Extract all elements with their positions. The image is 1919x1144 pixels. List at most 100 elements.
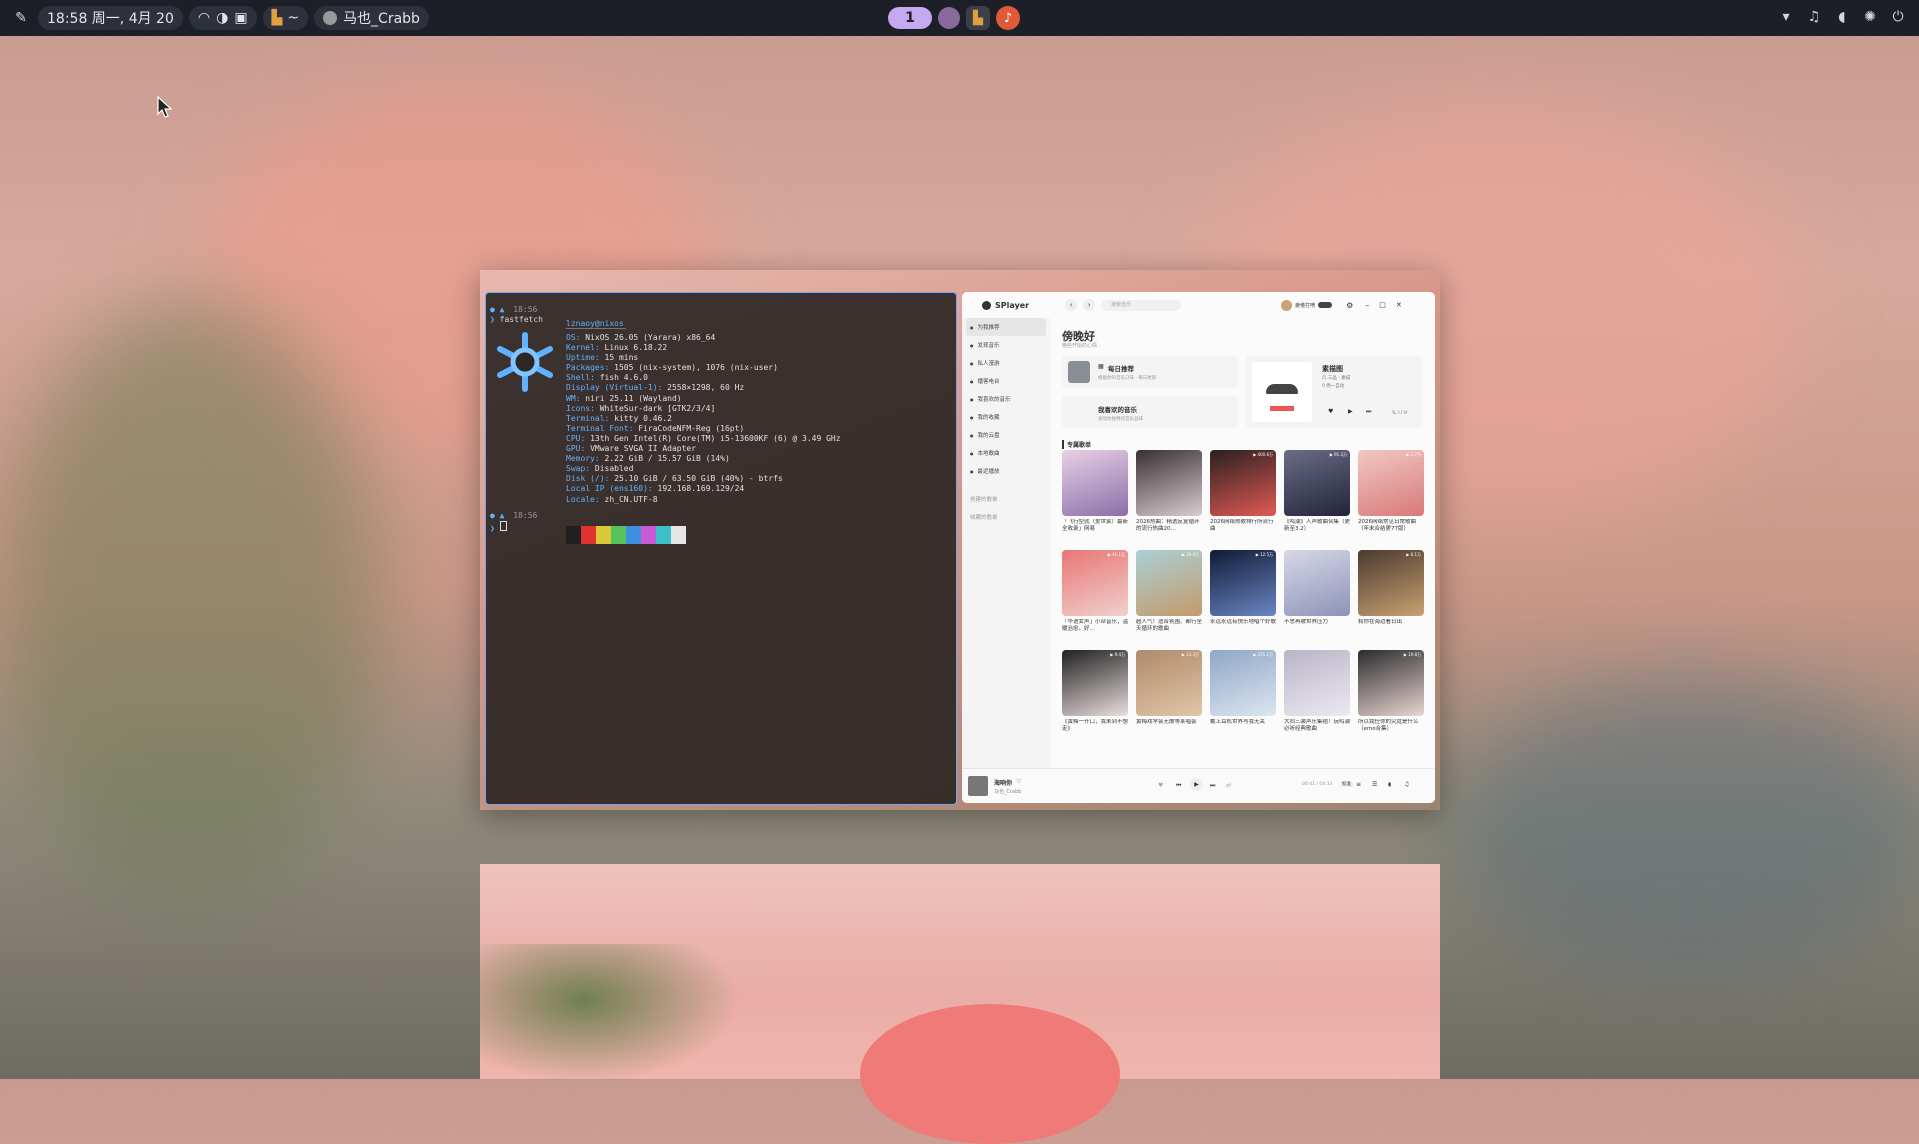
sidebar-item[interactable]: ● 本地歌曲 — [962, 444, 1050, 462]
repeat-icon[interactable]: ⇄ — [1226, 782, 1231, 789]
sidebar-item[interactable]: ● 私人漫游 — [962, 354, 1050, 372]
system-status-pill[interactable]: ◠ ◑ ▣ — [188, 6, 257, 30]
system-tray: ▾ ♫ ◖ ✺ ⏻ — [1775, 6, 1909, 28]
color-swatch — [671, 526, 686, 544]
playlist-card[interactable]: 不思再被世界压力 — [1284, 550, 1350, 633]
workspace-2-preview[interactable] — [480, 864, 1440, 1144]
sidebar-item-label: 发现音乐 — [977, 343, 1000, 349]
playlist-card[interactable]: 2026热曲：精选反复循环的流行热曲20… — [1136, 450, 1202, 533]
playlist-card[interactable]: 大同三装声乐集结！玩鸣潮必听经典歌曲 — [1284, 650, 1350, 733]
terminal-cursor — [499, 521, 507, 531]
playlist-card[interactable]: ▶ 6.1万 和你在海边看日出 — [1358, 550, 1424, 633]
playlist-card[interactable]: ▶ 29.4万 超人气！适合氛围、都行全天循环的歌曲 — [1136, 550, 1202, 633]
dislike-icon[interactable]: ♥ — [1328, 408, 1333, 415]
user-name[interactable]: 疲倦打喷 — [1295, 302, 1315, 309]
fastfetch-line: CPU: 13th Gen Intel(R) Core(TM) i5-13600… — [566, 434, 841, 444]
playlist-card[interactable]: ▶ 9.4万 《黄梅一开口，我未到不想走》 — [1062, 650, 1128, 733]
playlist-card[interactable]: ▶ 1.7万 2026网络常见日常歌曲（年末合结更77版） — [1358, 450, 1424, 533]
brightness-icon[interactable]: ✺ — [1859, 6, 1881, 28]
notification-bell-icon[interactable]: ♫ — [1803, 6, 1825, 28]
splayer-app-icon[interactable]: ♪ — [996, 6, 1020, 30]
playlist-title: 不思再被世界压力 — [1284, 619, 1329, 625]
forward-button[interactable]: › — [1083, 299, 1096, 311]
terminal-task-pill[interactable]: ▙ ~ — [262, 6, 309, 30]
fastfetch-value: WhiteSur-dark [GTK2/3/4] — [594, 403, 716, 413]
now-playing-title[interactable]: 海响你 — [994, 778, 1012, 787]
playlist-card[interactable]: ▶ 371.1万 戴上耳机世界与我无关 — [1210, 650, 1276, 733]
lyrics-icon[interactable]: ≡ — [1356, 781, 1361, 788]
now-playing-artist[interactable]: 马也_Crabb — [994, 788, 1021, 795]
play-icon[interactable]: ▶ — [1348, 408, 1353, 415]
playlist-cover: ▶ 12.5万 — [1210, 550, 1276, 616]
quality-badge[interactable]: 标准 — [1340, 781, 1353, 787]
workspace-window-preview[interactable]: ● ▲ 18:56 ❯ fastfetch lznaoy@nixos OS: N… — [480, 270, 1440, 810]
next-icon[interactable]: ⏭ — [1210, 782, 1215, 790]
playlist-card[interactable]: ▶ 41.1万 「华语女声」小众音乐，温暖治愈，好… — [1062, 550, 1128, 633]
daily-recommend-card[interactable]: ▦ 每日推荐 根据你的音乐口味 · 每日更新 — [1062, 356, 1238, 388]
playlist-card[interactable]: ▶ 12.5万 永远永远有快乐地唱个好歌 — [1210, 550, 1276, 633]
queue-icon[interactable]: ♫ — [1404, 781, 1409, 788]
sidebar-item[interactable]: ● 最近播放 — [962, 462, 1050, 480]
terminal-window[interactable]: ● ▲ 18:56 ❯ fastfetch lznaoy@nixos OS: N… — [485, 292, 957, 805]
music-task-label: 马也_Crabb — [343, 11, 420, 27]
dislike-icon[interactable]: ♥ — [1158, 782, 1163, 789]
playlist-card[interactable]: ▶ 19.8万 所以我任你的究竟是什么（emo合集） — [1358, 650, 1424, 733]
sidebar-item-label: 我喜欢的音乐 — [977, 397, 1011, 403]
playlist-cover: ▶ 91.3万 — [1284, 450, 1350, 516]
maximize-button[interactable]: □ — [1379, 301, 1386, 309]
sidebar-item[interactable]: ● 我的云盘 — [962, 426, 1050, 444]
next-icon[interactable]: ⏭ — [1366, 408, 1371, 416]
sidebar-section-header[interactable]: 收藏的歌单 — [962, 508, 1050, 526]
fm-note: 私人FM — [1392, 411, 1408, 416]
sidebar-item-icon: ● — [970, 450, 974, 456]
section-title: 专属歌单 — [1062, 440, 1091, 449]
fastfetch-key: Icons: — [566, 403, 595, 413]
music-task-pill[interactable]: 马也_Crabb — [314, 6, 429, 30]
prev-icon[interactable]: ⏮ — [1176, 782, 1181, 790]
wallpaper-blob — [0, 300, 380, 900]
play-count: ▶ 1.7万 — [1406, 452, 1421, 457]
search-input[interactable]: 搜索音乐 — [1101, 299, 1182, 311]
clock-pill[interactable]: 18:58 周一, 4月 20 — [38, 6, 183, 30]
kitty-app-icon[interactable]: ▙ — [966, 6, 990, 30]
fastfetch-line: Uptime: 15 mins — [566, 353, 841, 363]
sidebar-item[interactable]: ● 播客电台 — [962, 372, 1050, 390]
back-button[interactable]: ‹ — [1065, 299, 1078, 311]
personal-fm-card[interactable]: 素描图 凸 三品 · 素描 0 周一自动 ♥ ▶ ⏭ 私人FM — [1246, 356, 1422, 428]
sidebar-item[interactable]: ● 我喜欢的音乐 — [962, 390, 1050, 408]
minimize-button[interactable]: – — [1365, 301, 1369, 310]
playlist-title: 「飞行型就（爱世家）最新全收录」网易 — [1062, 519, 1128, 532]
fastfetch-line: Disk (/): 25.10 GiB / 63.50 GiB (40%) - … — [566, 474, 841, 484]
fastfetch-line: Terminal: kitty 0.46.2 — [566, 414, 841, 424]
gear-icon[interactable]: ⚙ — [1346, 301, 1353, 310]
heart-icon[interactable]: ♡ — [1016, 778, 1021, 785]
volume-icon[interactable]: ◖ — [1388, 781, 1391, 788]
playlist-title: 《黄梅一开口，我未到不想走》 — [1062, 719, 1128, 732]
liked-music-card[interactable]: 我喜欢的音乐 发现你独特的音乐品味 — [1062, 396, 1238, 428]
close-button[interactable]: ✕ — [1396, 301, 1402, 309]
power-icon[interactable]: ⏻ — [1887, 6, 1909, 28]
sidebar-section-header[interactable]: 创建的歌单 — [962, 490, 1050, 508]
now-playing-cover[interactable] — [968, 776, 988, 796]
sidebar-item[interactable]: ● 为我推荐 — [966, 318, 1046, 336]
fastfetch-value: Linux 6.18.22 — [599, 343, 668, 353]
daily-title: 每日推荐 — [1108, 365, 1134, 373]
playlist-card[interactable]: ▶ 91.3万 《鸣潮》人声歌曲合集（更新至3.2） — [1284, 450, 1350, 533]
launcher-icon[interactable]: ✎ — [10, 7, 32, 29]
playlist-card[interactable]: ▶ 400.6万 2026网络热歌排行所流行曲 — [1210, 450, 1276, 533]
playlist-cover — [1284, 650, 1350, 716]
workspace-1-button[interactable]: 1 — [888, 7, 932, 29]
sidebar-item[interactable]: ● 发现音乐 — [962, 336, 1050, 354]
playlist-card[interactable]: ▶ 13.3万 黄梅戏学会无故等某唱会 — [1136, 650, 1202, 733]
sidebar-item[interactable]: ● 我的收藏 — [962, 408, 1050, 426]
volume-icon[interactable]: ◖ — [1831, 6, 1853, 28]
sidebar-item-label: 最近播放 — [977, 469, 1000, 475]
play-pause-button[interactable]: ▶ — [1190, 778, 1203, 791]
avatar[interactable] — [1281, 299, 1293, 311]
workspace-2-button[interactable] — [938, 7, 960, 29]
chevron-down-icon[interactable]: ▾ — [1775, 6, 1797, 28]
playlist-card[interactable]: 「飞行型就（爱世家）最新全收录」网易 — [1062, 450, 1128, 533]
splayer-window[interactable]: SPlayer ‹ › 搜索音乐 疲倦打喷 ⚙ – □ ✕ ● 为我推荐 ● 发现音乐… — [962, 292, 1435, 803]
sidebar-item-label: 我的收藏 — [977, 415, 1000, 421]
playlist-icon[interactable]: ☰ — [1372, 781, 1377, 788]
